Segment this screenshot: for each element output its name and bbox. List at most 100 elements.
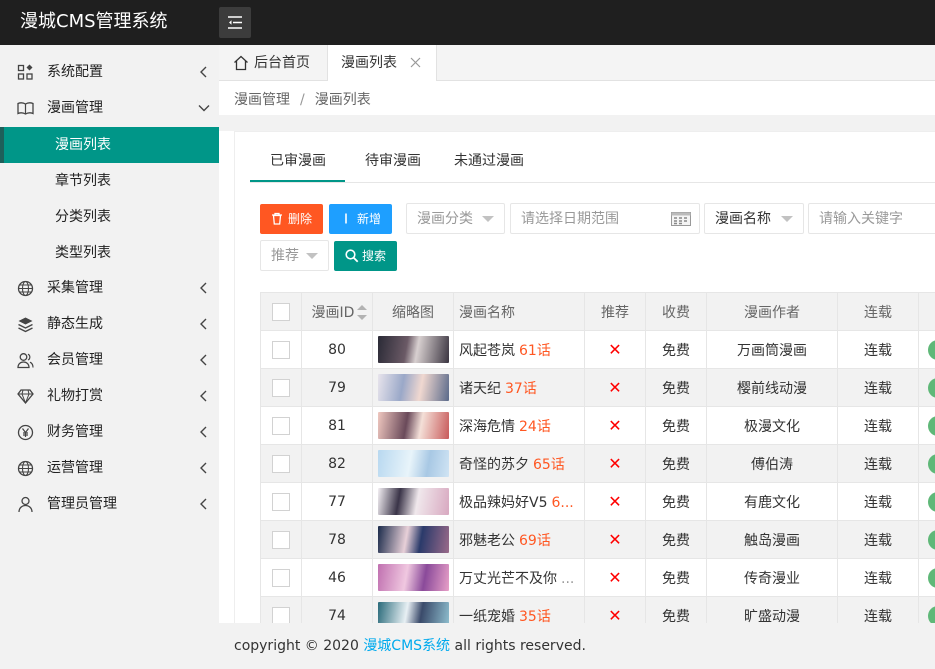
- tab-pending-comics[interactable]: 待审漫画: [365, 152, 421, 170]
- comic-name-cell: 极品辣妈好V5 6...: [453, 482, 585, 521]
- status-toggle-cell: [918, 520, 935, 559]
- footer-link[interactable]: 漫城CMS系统: [363, 638, 450, 654]
- recommend-select[interactable]: 推荐: [260, 240, 329, 271]
- status-toggle-cell: [918, 596, 935, 623]
- comic-name[interactable]: 风起苍岚: [459, 343, 515, 359]
- caret-down-icon: [306, 253, 318, 259]
- sidebar-item-label: 管理员管理: [47, 496, 117, 512]
- row-select-cell: [260, 520, 302, 559]
- status-toggle[interactable]: [928, 415, 935, 436]
- sidebar-item-comic-management[interactable]: 漫画管理: [0, 90, 219, 126]
- keyword-input[interactable]: 请输入关键字: [808, 203, 935, 234]
- thumbnail-cell: [372, 330, 454, 369]
- comic-name[interactable]: 奇怪的苏夕: [459, 457, 529, 473]
- comic-name[interactable]: 诸天纪: [459, 381, 501, 397]
- sidebar-item-gift-reward[interactable]: 礼物打赏: [0, 378, 219, 414]
- sidebar-subitem-chapter-list[interactable]: 章节列表: [0, 163, 219, 199]
- tab-home-label: 后台首页: [254, 55, 310, 71]
- search-icon: [345, 249, 359, 263]
- sidebar-subitem-comic-list[interactable]: 漫画列表: [0, 127, 219, 163]
- status-toggle[interactable]: [928, 339, 935, 360]
- row-checkbox[interactable]: [272, 340, 290, 359]
- recommend-cell: ✕: [584, 520, 646, 559]
- sidebar-item-admin-management[interactable]: 管理员管理: [0, 486, 219, 522]
- sidebar-item-static-generate[interactable]: 静态生成: [0, 306, 219, 342]
- status-toggle[interactable]: [928, 453, 935, 474]
- status-toggle[interactable]: [928, 605, 935, 623]
- column-header-id[interactable]: 漫画ID: [301, 292, 373, 331]
- select-all-cell: [260, 292, 302, 331]
- breadcrumb-parent[interactable]: 漫画管理: [234, 92, 290, 108]
- tab-home[interactable]: 后台首页: [219, 45, 326, 81]
- fee-cell: 免费: [645, 330, 707, 369]
- comic-name[interactable]: 邪魅老公: [459, 533, 515, 549]
- comic-thumbnail: [377, 450, 449, 477]
- row-select-cell: [260, 368, 302, 407]
- author-cell: 樱前线动漫: [706, 368, 838, 407]
- search-button[interactable]: 搜索: [334, 241, 397, 271]
- sidebar-toggle-button[interactable]: [219, 7, 251, 38]
- row-checkbox[interactable]: [272, 606, 290, 623]
- status-toggle[interactable]: [928, 491, 935, 512]
- thumbnail-cell: [372, 444, 454, 483]
- comic-name[interactable]: 一纸宠婚: [459, 609, 515, 624]
- not-recommended-icon[interactable]: ✕: [608, 568, 621, 587]
- author-cell: 触岛漫画: [706, 520, 838, 559]
- sidebar-item-operation-management[interactable]: 运营管理: [0, 450, 219, 486]
- row-checkbox[interactable]: [272, 454, 290, 473]
- status-toggle[interactable]: [928, 567, 935, 588]
- delete-button-label: 删除: [288, 212, 313, 226]
- table-row: 46 万丈光芒不及你... ✕ 免费 传奇漫业 连载: [260, 558, 935, 597]
- thumbnail-cell: [372, 558, 454, 597]
- column-header-author: 漫画作者: [706, 292, 838, 331]
- tab-approved-comics[interactable]: 已审漫画: [270, 152, 326, 170]
- sidebar-item-collect-management[interactable]: 采集管理: [0, 270, 219, 306]
- sidebar-subitem-category-list[interactable]: 分类列表: [0, 199, 219, 235]
- serial-status-cell: 连载: [837, 444, 919, 483]
- search-field-select[interactable]: 漫画名称: [704, 203, 804, 234]
- row-checkbox[interactable]: [272, 378, 290, 397]
- comic-thumbnail: [377, 564, 449, 591]
- sidebar-subitem-type-list[interactable]: 类型列表: [0, 235, 219, 271]
- category-select[interactable]: 漫画分类: [406, 203, 505, 234]
- sidebar-item-member-management[interactable]: 会员管理: [0, 342, 219, 378]
- not-recommended-icon[interactable]: ✕: [608, 454, 621, 473]
- select-all-checkbox[interactable]: [272, 302, 290, 321]
- close-icon[interactable]: [410, 57, 421, 68]
- not-recommended-icon[interactable]: ✕: [608, 416, 621, 435]
- comic-name-cell: 邪魅老公 69话: [453, 520, 585, 559]
- comic-thumbnail: [377, 526, 449, 553]
- date-range-input[interactable]: 请选择日期范围: [510, 203, 700, 234]
- active-tab-underline: [250, 180, 345, 182]
- not-recommended-icon[interactable]: ✕: [608, 530, 621, 549]
- add-button[interactable]: 新增: [329, 204, 392, 234]
- comic-name[interactable]: 深海危情: [459, 419, 515, 435]
- row-checkbox[interactable]: [272, 492, 290, 511]
- row-checkbox[interactable]: [272, 530, 290, 549]
- comic-id: 78: [301, 520, 373, 559]
- author-cell: 傅伯涛: [706, 444, 838, 483]
- copyright-text: copyright © 2020 漫城CMS系统 all rights rese…: [234, 637, 586, 655]
- tab-comic-list[interactable]: 漫画列表: [327, 45, 437, 82]
- sidebar-item-finance-management[interactable]: 财务管理: [0, 414, 219, 450]
- status-toggle-cell: [918, 330, 935, 369]
- not-recommended-icon[interactable]: ✕: [608, 378, 621, 397]
- comic-list-card: 已审漫画 待审漫画 未通过漫画 删除 新增 漫画分类 请选择日期范围 漫画名称 …: [234, 131, 935, 623]
- status-toggle[interactable]: [928, 377, 935, 398]
- table-row: 74 一纸宠婚 35话 ✕ 免费 旷盛动漫 连载: [260, 596, 935, 624]
- not-recommended-icon[interactable]: ✕: [608, 340, 621, 359]
- row-checkbox[interactable]: [272, 568, 290, 587]
- not-recommended-icon[interactable]: ✕: [608, 492, 621, 511]
- comic-name[interactable]: 极品辣妈好V5: [459, 495, 547, 511]
- sidebar-subitem-label: 章节列表: [55, 173, 111, 189]
- delete-button[interactable]: 删除: [260, 204, 323, 234]
- sidebar-item-system-config[interactable]: 系统配置: [0, 54, 219, 90]
- comic-id: 74: [301, 596, 373, 623]
- not-recommended-icon[interactable]: ✕: [608, 606, 621, 623]
- row-checkbox[interactable]: [272, 416, 290, 435]
- comic-name[interactable]: 万丈光芒不及你: [459, 571, 557, 587]
- tab-rejected-comics[interactable]: 未通过漫画: [454, 152, 524, 170]
- author-cell: 有鹿文化: [706, 482, 838, 521]
- status-toggle[interactable]: [928, 529, 935, 550]
- thumbnail-cell: [372, 406, 454, 445]
